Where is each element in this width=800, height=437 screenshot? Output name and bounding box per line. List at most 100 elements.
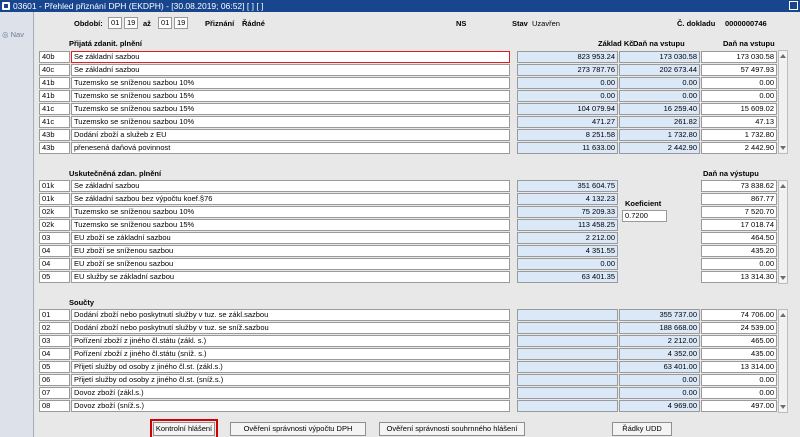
row-description[interactable]: Přijetí služby od osoby z jiného čl.st. …: [71, 374, 510, 386]
row-description[interactable]: Tuzemsko se sníženou sazbou 10%: [71, 116, 510, 128]
nav-link[interactable]: ◎ Nav: [2, 30, 24, 39]
scroll-up-icon[interactable]: [779, 52, 787, 60]
row-dan-vystup[interactable]: 0.00: [701, 258, 777, 270]
row-code: 08: [39, 400, 70, 412]
row-description[interactable]: EU služby se základní sazbou: [71, 271, 510, 283]
scroll-up-icon[interactable]: [779, 182, 787, 190]
koef-input[interactable]: 0.7200: [622, 210, 667, 222]
section1-scrollbar[interactable]: [778, 50, 788, 154]
row-value2[interactable]: 0.00: [701, 387, 777, 399]
row-description[interactable]: Tuzemsko se sníženou sazbou 10%: [71, 206, 510, 218]
row-code: 02k: [39, 206, 70, 218]
row-code: 43b: [39, 142, 70, 154]
row-description[interactable]: Dodání zboží nebo poskytnutí služby v tu…: [71, 309, 510, 321]
radky-udd-button[interactable]: Řádky UDD: [612, 422, 672, 436]
row-description[interactable]: Dodání zboží a služeb z EU: [71, 129, 510, 141]
row-description[interactable]: Přijetí služby od osoby z jiného čl.st. …: [71, 361, 510, 373]
scroll-down-icon[interactable]: [779, 274, 787, 282]
row-description[interactable]: Se základní sazbou: [71, 51, 510, 63]
overeni-dph-button[interactable]: Ověření správnosti výpočtu DPH: [230, 422, 366, 436]
row-dan-vstup2[interactable]: 0.00: [701, 90, 777, 102]
row-value2[interactable]: 465.00: [701, 335, 777, 347]
row-description[interactable]: Dovoz zboží (sníž.s.): [71, 400, 510, 412]
row-code: 40c: [39, 64, 70, 76]
row-description[interactable]: Tuzemsko se sníženou sazbou 15%: [71, 103, 510, 115]
col-vystup-header: Daň na výstupu: [703, 169, 759, 178]
row-base: 63 401.35: [517, 271, 618, 283]
window-title: 03601 - Přehled přiznání DPH (EKDPH) - […: [13, 1, 264, 11]
row-description[interactable]: Tuzemsko se sníženou sazbou 10%: [71, 77, 510, 89]
row-dan-vystup[interactable]: 73 838.62: [701, 180, 777, 192]
row-value2[interactable]: 74 706.00: [701, 309, 777, 321]
row-value1: 63 401.00: [619, 361, 700, 373]
row-description[interactable]: Se základní sazbou bez výpočtu koef.§76: [71, 193, 510, 205]
row-dan-vystup[interactable]: 464.50: [701, 232, 777, 244]
row-description[interactable]: Dovoz zboží (zákl.s.): [71, 387, 510, 399]
row-dan-vstup2[interactable]: 173 030.58: [701, 51, 777, 63]
scroll-down-icon[interactable]: [779, 144, 787, 152]
row-description[interactable]: EU zboží se základní sazbou: [71, 232, 510, 244]
row-code: 04: [39, 348, 70, 360]
row-dan-vystup[interactable]: 435.20: [701, 245, 777, 257]
row-value2[interactable]: 24 539.00: [701, 322, 777, 334]
stav-value: Uzavřen: [532, 19, 560, 28]
stav-label: Stav: [512, 19, 528, 28]
row-dan-vystup[interactable]: 13 314.30: [701, 271, 777, 283]
scroll-down-icon[interactable]: [779, 403, 787, 411]
row-code: 41b: [39, 77, 70, 89]
col-base-header: Základ Kč: [598, 39, 634, 48]
row-dan-vstup2[interactable]: 47.13: [701, 116, 777, 128]
row-value2[interactable]: 0.00: [701, 374, 777, 386]
row-dan-vystup[interactable]: 867.77: [701, 193, 777, 205]
row-dan-vstup2[interactable]: 1 732.80: [701, 129, 777, 141]
row-value1: 4 352.00: [619, 348, 700, 360]
row-dan-vstup2[interactable]: 57 497.93: [701, 64, 777, 76]
main-panel: Období: 01 19 až 01 19 Přiznání Řádné NS…: [35, 12, 800, 437]
row-description[interactable]: Se základní sazbou: [71, 64, 510, 76]
row-dan-vstup2[interactable]: 0.00: [701, 77, 777, 89]
row-code: 41c: [39, 116, 70, 128]
row-value1: 4 969.00: [619, 400, 700, 412]
overeni-souhrn-button[interactable]: Ověření správnosti souhrnného hlášení: [379, 422, 525, 436]
row-description[interactable]: Tuzemsko se sníženou sazbou 15%: [71, 90, 510, 102]
row-description[interactable]: Tuzemsko se sníženou sazbou 15%: [71, 219, 510, 231]
row-dan-vystup[interactable]: 7 520.70: [701, 206, 777, 218]
row-value2[interactable]: 497.00: [701, 400, 777, 412]
row-description[interactable]: přenesená daňová povinnost: [71, 142, 510, 154]
row-value2[interactable]: 13 314.00: [701, 361, 777, 373]
from-year-input[interactable]: 19: [124, 17, 138, 29]
row-description[interactable]: Pořízení zboží z jiného čl.státu (zákl. …: [71, 335, 510, 347]
from-month-input[interactable]: 01: [108, 17, 122, 29]
row-value1: 2 212.00: [619, 335, 700, 347]
row-dan-vystup[interactable]: 17 018.74: [701, 219, 777, 231]
row-value1: 355 737.00: [619, 309, 700, 321]
col-vstup1-header: Daň na vstupu: [633, 39, 685, 48]
row-value2[interactable]: 435.00: [701, 348, 777, 360]
to-year-input[interactable]: 19: [174, 17, 188, 29]
row-code: 04: [39, 258, 70, 270]
section2-scrollbar[interactable]: [778, 180, 788, 284]
row-description[interactable]: Pořízení zboží z jiného čl.státu (sníž. …: [71, 348, 510, 360]
scroll-up-icon[interactable]: [779, 311, 787, 319]
row-description[interactable]: EU zboží se sníženou sazbou: [71, 258, 510, 270]
col-vstup2-header: Daň na vstupu: [723, 39, 775, 48]
section1-title: Přijatá zdanit. plnění: [69, 39, 142, 48]
row-empty-cell: [517, 322, 618, 334]
section3-scrollbar[interactable]: [778, 309, 788, 413]
to-month-input[interactable]: 01: [158, 17, 172, 29]
row-base: 4 132.23: [517, 193, 618, 205]
row-description[interactable]: Dodání zboží nebo poskytnutí služby v tu…: [71, 322, 510, 334]
kontrolni-hlaseni-button[interactable]: Kontrolní hlášení: [150, 419, 218, 437]
row-value1: 0.00: [619, 374, 700, 386]
row-description[interactable]: Se základní sazbou: [71, 180, 510, 192]
row-code: 05: [39, 361, 70, 373]
section3-title: Součty: [69, 298, 95, 307]
row-dan-vstup2[interactable]: 2 442.90: [701, 142, 777, 154]
title-bar: 03601 - Přehled přiznání DPH (EKDPH) - […: [0, 0, 800, 12]
row-dan-vstup1: 0.00: [619, 77, 700, 89]
row-dan-vstup2[interactable]: 15 609.02: [701, 103, 777, 115]
row-description[interactable]: EU zboží se sníženou sazbou: [71, 245, 510, 257]
row-code: 03: [39, 335, 70, 347]
maximize-icon[interactable]: [789, 1, 798, 10]
row-base: 104 079.94: [517, 103, 618, 115]
